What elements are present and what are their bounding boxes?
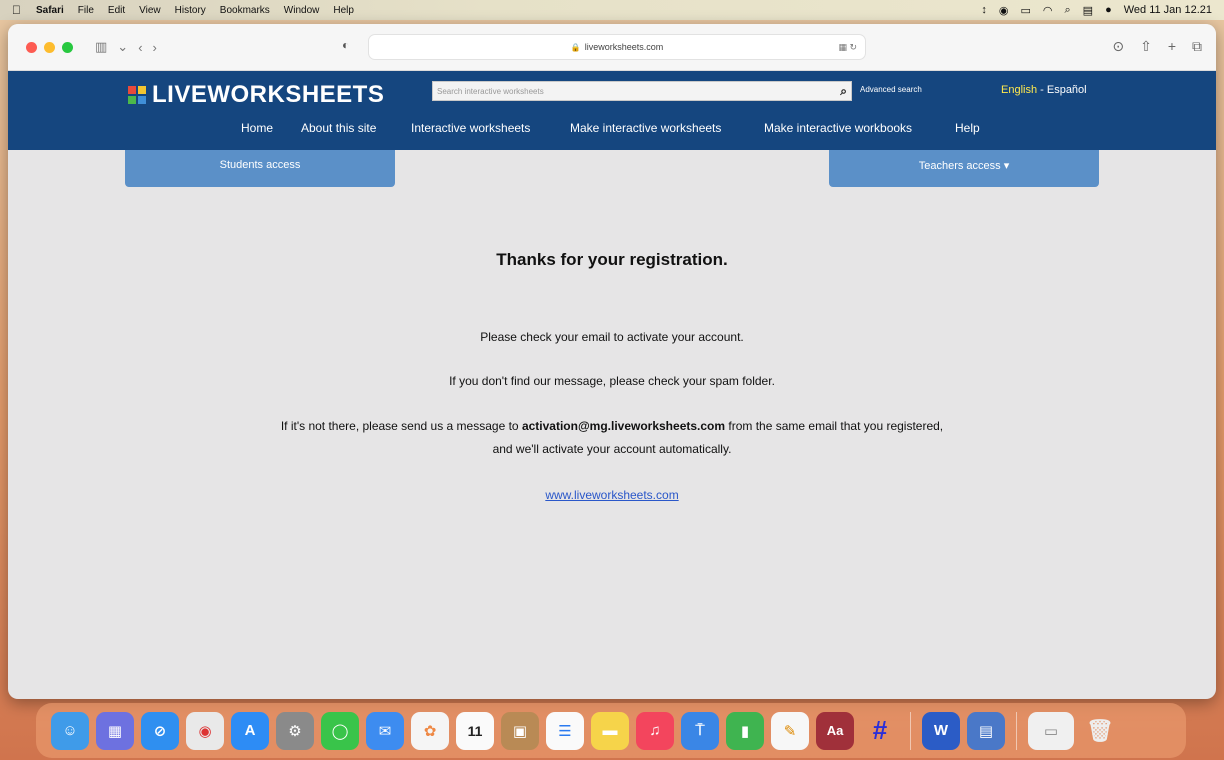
nav-home[interactable]: Home bbox=[241, 121, 273, 135]
page-title: Thanks for your registration. bbox=[496, 250, 728, 269]
battery-icon[interactable]: ▭ bbox=[1020, 4, 1030, 17]
message-line-check-email: Please check your email to activate your… bbox=[480, 330, 744, 344]
sync-icon[interactable]: ↕ bbox=[981, 4, 987, 16]
menubar-status-area: ↕ ◉ ▭ ◠ ⌕ ▤ ● Wed 11 Jan 12.21 bbox=[981, 4, 1224, 17]
notes-icon[interactable]: ▬ bbox=[591, 711, 629, 750]
menu-history[interactable]: History bbox=[175, 5, 206, 16]
sidebar-toggle-icon[interactable]: ▥ bbox=[95, 39, 107, 55]
zoom-window-button[interactable] bbox=[62, 41, 73, 53]
nav-help[interactable]: Help bbox=[955, 121, 980, 135]
pages-icon[interactable]: ✎ bbox=[771, 711, 809, 750]
chevron-down-icon[interactable]: ⌄ bbox=[117, 39, 128, 55]
site-logo[interactable]: LIVEWORKSHEETS bbox=[128, 81, 384, 109]
lang-separator: - bbox=[1037, 84, 1047, 96]
browser-toolbar: ▥ ⌄ ‹ › ◐ 🔒 liveworksheets.com ▦ ↻ ⊙ ⇧ +… bbox=[8, 24, 1216, 71]
trash-icon[interactable]: 🗑 bbox=[1081, 712, 1119, 750]
spotlight-search-icon[interactable]: ⌕ bbox=[1064, 4, 1070, 17]
keynote-icon[interactable]: ⍑ bbox=[681, 711, 719, 750]
menu-view[interactable]: View bbox=[139, 5, 161, 16]
photos-icon[interactable]: ✿ bbox=[411, 711, 449, 750]
minimize-window-button[interactable] bbox=[44, 41, 55, 53]
reminders-icon[interactable]: ☰ bbox=[546, 711, 584, 750]
forward-arrow-icon[interactable]: › bbox=[153, 40, 157, 55]
menu-window[interactable]: Window bbox=[284, 5, 320, 16]
safari-window: ▥ ⌄ ‹ › ◐ 🔒 liveworksheets.com ▦ ↻ ⊙ ⇧ +… bbox=[8, 24, 1216, 699]
new-tab-icon[interactable]: + bbox=[1168, 38, 1176, 55]
macos-dock: ☺ ▦ ⊘ ◉ A ⚙ ◯ ✉ ✿ 11 ▣ ☰ ▬ ♫ ⍑ ▮ ✎ Aa # … bbox=[36, 703, 1186, 758]
lang-spanish-link[interactable]: Español bbox=[1047, 84, 1087, 96]
screen-time-icon[interactable]: ◉ bbox=[999, 4, 1009, 17]
wifi-icon[interactable]: ◠ bbox=[1043, 4, 1053, 17]
dock-separator bbox=[1016, 711, 1017, 750]
downloads-icon[interactable]: ⊙ bbox=[1112, 38, 1124, 55]
nav-interactive-worksheets[interactable]: Interactive worksheets bbox=[411, 121, 530, 135]
contact-text-pre: If it's not there, please send us a mess… bbox=[280, 419, 522, 433]
search-icon[interactable]: ⌕ bbox=[840, 84, 847, 99]
language-switcher: English - Español bbox=[1001, 84, 1087, 96]
tab-overview-icon[interactable]: ⧉ bbox=[1192, 38, 1202, 55]
logo-grid-icon bbox=[128, 86, 146, 104]
macos-menu-bar:  Safari File Edit View History Bookmark… bbox=[0, 0, 1224, 20]
sketch-app-icon[interactable]: # bbox=[861, 712, 899, 750]
finder-icon[interactable]: ☺ bbox=[51, 711, 89, 750]
close-window-button[interactable] bbox=[26, 41, 37, 53]
launchpad-icon[interactable]: ▦ bbox=[96, 711, 134, 750]
menu-edit[interactable]: Edit bbox=[108, 5, 125, 16]
menu-bookmarks[interactable]: Bookmarks bbox=[220, 5, 270, 16]
menu-file[interactable]: File bbox=[78, 5, 94, 16]
calendar-icon[interactable]: 11 bbox=[456, 711, 494, 750]
message-line-auto-activate: and we'll activate your account automati… bbox=[492, 442, 732, 456]
advanced-search-link[interactable]: Advanced search bbox=[860, 85, 922, 94]
nav-about[interactable]: About this site bbox=[301, 121, 376, 135]
privacy-shield-icon[interactable]: ◐ bbox=[342, 38, 349, 52]
chrome-icon[interactable]: ◉ bbox=[186, 711, 224, 750]
logo-text: LIVEWORKSHEETS bbox=[152, 81, 385, 108]
nav-make-workbooks[interactable]: Make interactive workbooks bbox=[764, 121, 912, 135]
apple-menu-icon[interactable]:  bbox=[12, 3, 26, 17]
access-tabs: Students access Teachers access ▾ bbox=[8, 150, 1216, 190]
contact-text-post: from the same email that you registered, bbox=[725, 419, 944, 433]
translate-reload-icon[interactable]: ▦ ↻ bbox=[838, 42, 857, 53]
siri-icon[interactable]: ● bbox=[1105, 4, 1112, 16]
lang-english-link[interactable]: English bbox=[1001, 84, 1037, 96]
message-line-spam: If you don't find our message, please ch… bbox=[449, 374, 775, 388]
system-preferences-icon[interactable]: ⚙ bbox=[276, 711, 314, 750]
message-line-contact: If it's not there, please send us a mess… bbox=[8, 419, 1216, 433]
messages-icon[interactable]: ◯ bbox=[321, 711, 359, 750]
music-icon[interactable]: ♫ bbox=[636, 711, 674, 750]
app-store-icon[interactable]: A bbox=[231, 711, 269, 750]
downloads-stack-icon[interactable]: ▭ bbox=[1028, 711, 1074, 750]
activation-email: activation@mg.liveworksheets.com bbox=[521, 419, 726, 433]
dictionary-icon[interactable]: Aa bbox=[816, 711, 854, 750]
share-icon[interactable]: ⇧ bbox=[1140, 38, 1152, 55]
numbers-icon[interactable]: ▮ bbox=[726, 711, 764, 750]
control-center-icon[interactable]: ▤ bbox=[1083, 4, 1093, 17]
preview-icon[interactable]: ▤ bbox=[967, 711, 1005, 750]
students-access-button[interactable]: Students access bbox=[125, 150, 395, 187]
site-home-link[interactable]: www.liveworksheets.com bbox=[8, 488, 1216, 502]
teachers-access-button[interactable]: Teachers access ▾ bbox=[829, 150, 1099, 187]
menubar-clock[interactable]: Wed 11 Jan 12.21 bbox=[1124, 4, 1212, 16]
menu-help[interactable]: Help bbox=[333, 5, 354, 16]
site-header: LIVEWORKSHEETS Search interactive worksh… bbox=[8, 71, 1216, 150]
search-placeholder: Search interactive worksheets bbox=[437, 86, 544, 96]
dock-separator bbox=[910, 711, 911, 750]
contacts-icon[interactable]: ▣ bbox=[501, 711, 539, 750]
url-text: liveworksheets.com bbox=[584, 42, 664, 52]
safari-icon[interactable]: ⊘ bbox=[141, 711, 179, 750]
site-search-input[interactable]: Search interactive worksheets ⌕ bbox=[432, 81, 852, 101]
toolbar-left-icons: ▥ ⌄ ‹ › bbox=[95, 39, 157, 55]
back-arrow-icon[interactable]: ‹ bbox=[138, 40, 142, 55]
mail-icon[interactable]: ✉ bbox=[366, 711, 404, 750]
toolbar-right-icons: ⊙ ⇧ + ⧉ bbox=[1112, 38, 1202, 55]
address-bar[interactable]: 🔒 liveworksheets.com ▦ ↻ bbox=[368, 34, 866, 60]
word-icon[interactable]: W bbox=[922, 711, 960, 750]
lock-icon: 🔒 bbox=[570, 42, 581, 52]
menu-app-name[interactable]: Safari bbox=[36, 5, 64, 16]
window-controls bbox=[26, 41, 73, 53]
nav-make-worksheets[interactable]: Make interactive worksheets bbox=[570, 121, 721, 135]
